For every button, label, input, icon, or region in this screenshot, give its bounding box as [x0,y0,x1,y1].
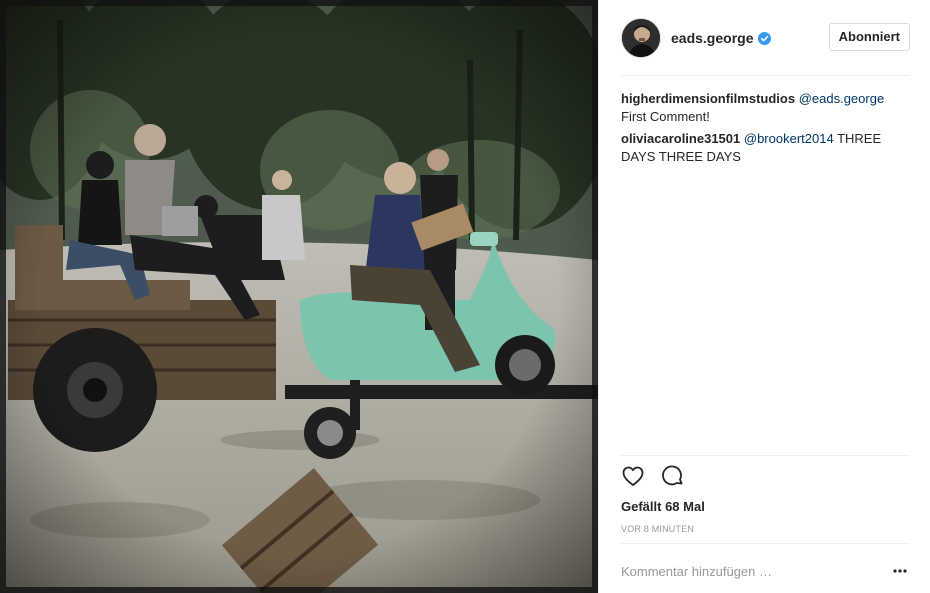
actions-divider [621,455,910,456]
post-header: eads.george Abonniert [621,16,910,60]
username[interactable]: eads.george [671,30,753,46]
comment-username[interactable]: higherdimensionfilmstudios [621,91,795,106]
header-divider [621,75,910,76]
post-actions [621,464,685,490]
likes-count[interactable]: Gefällt 68 Mal [621,499,705,514]
post-photo[interactable] [0,0,598,593]
comment-text: First Comment! [621,109,710,124]
comment-mention[interactable]: @eads.george [799,91,884,106]
comment-divider [621,543,910,544]
add-comment-input[interactable] [621,560,871,582]
comment-item: higherdimensionfilmstudios @eads.george … [621,90,910,126]
comment-list: higherdimensionfilmstudios @eads.george … [621,90,910,170]
comment-bubble-icon[interactable] [661,464,685,488]
comment-item: oliviacaroline31501 @brookert2014 THREE … [621,130,910,166]
avatar-image [622,19,660,57]
verified-badge-icon [758,31,772,45]
following-button[interactable]: Abonniert [828,23,910,51]
post-side-panel: eads.george Abonniert higherdimensionfil… [598,0,930,593]
heart-icon[interactable] [621,464,645,488]
more-options-icon[interactable] [890,563,910,579]
post-timestamp[interactable]: VOR 8 MINUTEN [621,524,694,534]
comment-mention[interactable]: @brookert2014 [744,131,834,146]
post-photo-image [0,0,598,593]
avatar[interactable] [621,18,661,58]
comment-username[interactable]: oliviacaroline31501 [621,131,740,146]
instagram-post: eads.george Abonniert higherdimensionfil… [0,0,930,593]
